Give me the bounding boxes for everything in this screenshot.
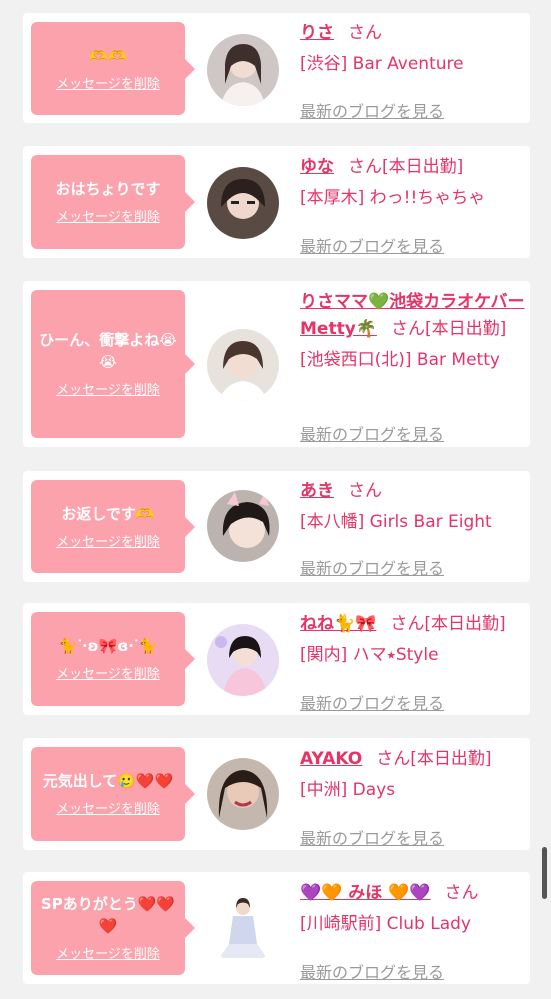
- delete-message-link[interactable]: メッセージを削除: [56, 947, 160, 963]
- delete-message-link[interactable]: メッセージを削除: [56, 802, 160, 818]
- latest-blog-link[interactable]: 最新のブログを見る: [300, 555, 444, 579]
- message-card: SPありがとう❤️❤️❤️ メッセージを削除 💜🧡 みほ 🧡💜 さん [川崎駅前]…: [23, 872, 530, 984]
- delete-message-link[interactable]: メッセージを削除: [56, 667, 160, 683]
- message-bubble: 🫶🫶 メッセージを削除: [31, 22, 195, 115]
- card-info: ねね🐈🎀 さん[本日出勤] [関内] ハマ⭑Style 最新のブログを見る: [300, 611, 526, 713]
- scrollbar[interactable]: [542, 847, 547, 899]
- shop-info: [川崎駅前] Club Lady: [300, 914, 471, 934]
- shop-info: [中洲] Days: [300, 780, 396, 800]
- shop-info: [関内] ハマ⭑Style: [300, 645, 439, 665]
- message-card: おはちょりです メッセージを削除 ゆな さん[本日出勤] [本厚木] わっ!!ちゃ…: [23, 146, 530, 258]
- latest-blog-link[interactable]: 最新のブログを見る: [300, 98, 444, 122]
- cast-name-link[interactable]: AYAKO: [300, 749, 362, 769]
- cast-name-link[interactable]: ねね🐈🎀: [300, 614, 376, 634]
- latest-blog-link[interactable]: 最新のブログを見る: [300, 825, 444, 849]
- message-text: 🫶🫶: [89, 46, 127, 65]
- cast-name-link[interactable]: ゆな: [300, 157, 334, 177]
- message-bubble: SPありがとう❤️❤️❤️ メッセージを削除: [31, 881, 195, 975]
- delete-message-link[interactable]: メッセージを削除: [56, 210, 160, 226]
- message-bubble: 🐈ᐝ·ʚ🎀ɞ·ᐝ🐈 メッセージを削除: [31, 612, 195, 706]
- avatar[interactable]: [207, 758, 279, 830]
- message-bubble: お返しです🫶 メッセージを削除: [31, 480, 195, 573]
- shop-info: [本八幡] Girls Bar Eight: [300, 512, 492, 532]
- message-list: 🫶🫶 メッセージを削除 りさ さん [渋谷] Bar Aventure 最新のブロ…: [0, 0, 551, 999]
- message-text: お返しです🫶: [61, 504, 155, 523]
- card-info: 💜🧡 みほ 🧡💜 さん [川崎駅前] Club Lady 最新のブログを見る: [300, 880, 526, 982]
- honorific: さん[本日出勤]: [348, 157, 464, 177]
- honorific: さん: [348, 23, 382, 43]
- cast-name-link[interactable]: あき: [300, 481, 334, 501]
- delete-message-link[interactable]: メッセージを削除: [56, 535, 160, 551]
- shop-info: [渋谷] Bar Aventure: [300, 54, 464, 74]
- card-info: ゆな さん[本日出勤] [本厚木] わっ!!ちゃちゃ 最新のブログを見る: [300, 154, 526, 256]
- cast-name-link[interactable]: りさ: [300, 23, 334, 43]
- shop-info: [本厚木] わっ!!ちゃちゃ: [300, 188, 486, 208]
- message-card: ひーん、衝撃よね😭😭 メッセージを削除 りさママ💚池袋カラオケバーMetty🌴 さ…: [23, 281, 530, 447]
- avatar[interactable]: [207, 329, 279, 401]
- cast-name-link[interactable]: 💜🧡 みほ 🧡💜: [300, 883, 431, 903]
- message-card: お返しです🫶 メッセージを削除 あき さん [本八幡] Girls Bar Eig…: [23, 471, 530, 582]
- latest-blog-link[interactable]: 最新のブログを見る: [300, 421, 444, 445]
- avatar[interactable]: [207, 490, 279, 562]
- card-info: AYAKO さん[本日出勤] [中洲] Days 最新のブログを見る: [300, 746, 526, 848]
- avatar[interactable]: [207, 167, 279, 239]
- card-info: あき さん [本八幡] Girls Bar Eight 最新のブログを見る: [300, 478, 526, 578]
- message-text: おはちょりです: [55, 180, 161, 198]
- message-text: 元気出して🥲❤️❤️: [42, 772, 174, 790]
- message-bubble: 元気出して🥲❤️❤️ メッセージを削除: [31, 747, 195, 841]
- honorific: さん: [444, 883, 479, 903]
- message-text: ひーん、衝撃よね😭😭: [39, 331, 177, 371]
- avatar[interactable]: [207, 892, 279, 964]
- message-card: 🐈ᐝ·ʚ🎀ɞ·ᐝ🐈 メッセージを削除 ねね🐈🎀 さん[本日出勤] [関内] ハマ⭑…: [23, 603, 530, 715]
- message-text: 🐈ᐝ·ʚ🎀ɞ·ᐝ🐈: [58, 637, 158, 655]
- message-card: 元気出して🥲❤️❤️ メッセージを削除 AYAKO さん[本日出勤] [中洲] D…: [23, 738, 530, 850]
- message-bubble: ひーん、衝撃よね😭😭 メッセージを削除: [31, 290, 195, 438]
- message-text: SPありがとう❤️❤️❤️: [40, 895, 176, 935]
- avatar[interactable]: [207, 624, 279, 696]
- message-bubble: おはちょりです メッセージを削除: [31, 155, 195, 249]
- shop-info: [池袋西口(北)] Bar Metty: [300, 350, 500, 370]
- delete-message-link[interactable]: メッセージを削除: [56, 383, 160, 399]
- delete-message-link[interactable]: メッセージを削除: [56, 77, 160, 93]
- honorific: さん: [348, 481, 382, 501]
- latest-blog-link[interactable]: 最新のブログを見る: [300, 959, 444, 983]
- honorific: さん[本日出勤]: [390, 319, 507, 339]
- latest-blog-link[interactable]: 最新のブログを見る: [300, 690, 444, 714]
- honorific: さん[本日出勤]: [390, 614, 506, 634]
- message-card: 🫶🫶 メッセージを削除 りさ さん [渋谷] Bar Aventure 最新のブロ…: [23, 13, 530, 123]
- card-info: りさママ💚池袋カラオケバーMetty🌴 さん[本日出勤] [池袋西口(北)] Ba…: [300, 289, 526, 444]
- honorific: さん[本日出勤]: [376, 749, 492, 769]
- avatar[interactable]: [207, 34, 279, 106]
- latest-blog-link[interactable]: 最新のブログを見る: [300, 233, 444, 257]
- card-info: りさ さん [渋谷] Bar Aventure 最新のブログを見る: [300, 20, 526, 121]
